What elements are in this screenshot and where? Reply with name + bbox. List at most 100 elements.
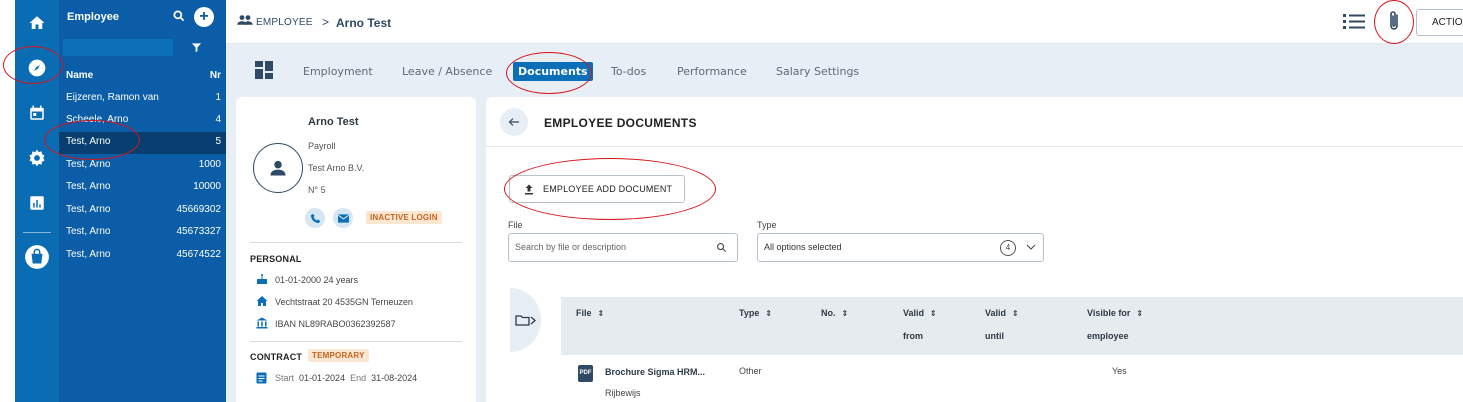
file-search-placeholder: Search by file or description <box>515 242 627 252</box>
profile-number: N° 5 <box>308 185 326 195</box>
actions-button[interactable]: ACTIONS <box>1416 9 1463 36</box>
sort-icon: ⇕ <box>841 309 849 318</box>
paperclip-icon[interactable] <box>1386 9 1402 36</box>
type-select[interactable]: All options selected 4 <box>757 233 1044 262</box>
employee-nr: 5 <box>215 136 221 147</box>
mail-icon[interactable] <box>333 208 353 228</box>
calendar-icon[interactable] <box>15 98 59 128</box>
employee-row[interactable]: Test, Arno 45673327 <box>59 222 226 244</box>
bank-icon <box>256 317 268 332</box>
documents-panel: EMPLOYEE DOCUMENTS EMPLOYEE ADD DOCUMENT… <box>486 97 1463 402</box>
employee-row[interactable]: Eijzeren, Ramon van 1 <box>59 88 226 110</box>
add-document-button[interactable]: EMPLOYEE ADD DOCUMENT <box>509 175 685 203</box>
content-area: Employment Leave / Absence Documents To-… <box>226 44 1463 402</box>
file-filter-label: File <box>508 220 523 230</box>
column-header-visible[interactable]: Visible for ⇕ employee <box>1087 302 1143 347</box>
tab-todos[interactable]: To-dos <box>611 65 646 78</box>
employee-name: Scheele, Arno <box>66 114 129 125</box>
column-header-valid-until[interactable]: Valid ⇕ until <box>985 302 1019 347</box>
column-header-nr[interactable]: Nr <box>210 70 221 81</box>
profile-department: Payroll <box>308 141 336 151</box>
back-button[interactable] <box>500 108 528 136</box>
employee-nr: 45669302 <box>176 204 222 215</box>
divider <box>250 242 462 243</box>
list-icon[interactable] <box>1343 12 1365 33</box>
employee-nr: 10000 <box>193 181 221 192</box>
contract-badge: TEMPORARY <box>308 349 369 362</box>
nav-divider <box>23 232 51 233</box>
top-bar: EMPLOYEE > Arno Test ACTIONS <box>226 0 1463 44</box>
dashboard-icon[interactable] <box>255 61 273 82</box>
bag-icon[interactable] <box>15 242 59 272</box>
employee-name: Test, Arno <box>66 136 111 147</box>
breadcrumb-employee[interactable]: EMPLOYEE <box>256 17 313 28</box>
sort-icon: ⇕ <box>1012 309 1019 318</box>
folder-icon <box>515 315 536 326</box>
column-header-type[interactable]: Type ⇕ <box>739 302 772 325</box>
tab-documents[interactable]: Documents <box>513 62 593 81</box>
gear-icon[interactable] <box>15 143 59 173</box>
personal-heading: PERSONAL <box>250 254 302 264</box>
employee-nr: 45674522 <box>176 249 222 260</box>
employee-name: Test, Arno <box>66 159 111 170</box>
employee-row[interactable]: Test, Arno 1000 <box>59 155 226 177</box>
profile-company: Test Arno B.V. <box>308 163 365 173</box>
search-icon <box>716 242 727 256</box>
tab-performance[interactable]: Performance <box>677 65 747 78</box>
folder-toggle[interactable] <box>510 288 541 352</box>
employee-row[interactable]: Test, Arno 45674522 <box>59 245 226 267</box>
documents-title: EMPLOYEE DOCUMENTS <box>544 116 697 130</box>
column-header-file[interactable]: File ⇕ <box>576 302 604 325</box>
home-icon[interactable] <box>15 8 59 38</box>
tab-salary-settings[interactable]: Salary Settings <box>776 65 859 78</box>
avatar <box>253 143 303 193</box>
document-visible: Yes <box>1112 366 1127 376</box>
employee-row[interactable]: Test, Arno 10000 <box>59 177 226 199</box>
sort-icon: ⇕ <box>597 309 605 318</box>
column-header-valid-from[interactable]: Valid ⇕ from <box>903 302 937 347</box>
chart-icon[interactable] <box>15 188 59 218</box>
document-file-name[interactable]: Brochure Sigma HRM... <box>605 367 705 377</box>
filter-icon[interactable] <box>191 42 202 56</box>
sort-icon: ⇕ <box>1136 309 1144 318</box>
employee-filter-input[interactable] <box>63 39 173 56</box>
tab-leave-absence[interactable]: Leave / Absence <box>402 65 492 78</box>
main-nav <box>15 0 59 402</box>
document-description: Rijbewijs <box>605 388 641 398</box>
status-badge: INACTIVE LOGIN <box>366 211 442 224</box>
profile-card: Arno Test Payroll Test Arno B.V. N° 5 IN… <box>236 97 476 402</box>
file-search-input[interactable]: Search by file or description <box>508 233 738 262</box>
column-header-name[interactable]: Name <box>66 70 93 81</box>
add-document-label: EMPLOYEE ADD DOCUMENT <box>543 184 673 194</box>
phone-icon[interactable] <box>305 208 325 228</box>
end-date: 31-08-2024 <box>371 373 418 383</box>
employee-panel: Employee + Name Nr Eijzeren, Ramon van 1… <box>59 0 226 402</box>
document-icon <box>256 372 267 387</box>
birthday-icon <box>256 273 268 288</box>
employee-row[interactable]: Scheele, Arno 4 <box>59 110 226 132</box>
breadcrumb-separator: > <box>322 15 330 29</box>
employee-name: Eijzeren, Ramon van <box>66 92 159 103</box>
sort-icon: ⇕ <box>765 309 773 318</box>
window-edge <box>0 0 15 402</box>
documents-table-header: File ⇕ Type ⇕ No. ⇕ Valid ⇕ from Valid ⇕ until … <box>561 297 1463 355</box>
upload-icon <box>525 184 533 194</box>
employee-row-selected[interactable]: Test, Arno 5 <box>59 132 226 154</box>
add-employee-button[interactable]: + <box>194 7 214 27</box>
tab-employment[interactable]: Employment <box>303 65 373 78</box>
people-icon <box>236 14 254 29</box>
compass-icon[interactable] <box>15 53 59 83</box>
search-icon[interactable] <box>172 9 186 26</box>
employee-row[interactable]: Test, Arno 45669302 <box>59 200 226 222</box>
contract-heading: CONTRACT <box>250 352 303 362</box>
end-label: End <box>350 373 367 383</box>
type-filter-label: Type <box>757 220 777 230</box>
profile-name: Arno Test <box>308 116 359 128</box>
profile-iban: IBAN NL89RABO0362392587 <box>275 319 396 329</box>
employee-name: Test, Arno <box>66 226 111 237</box>
column-header-no[interactable]: No. ⇕ <box>821 302 848 325</box>
employee-nr: 4 <box>215 114 221 125</box>
employee-panel-title: Employee <box>67 11 119 23</box>
employee-name: Test, Arno <box>66 204 111 215</box>
type-count-badge: 4 <box>1000 240 1016 256</box>
